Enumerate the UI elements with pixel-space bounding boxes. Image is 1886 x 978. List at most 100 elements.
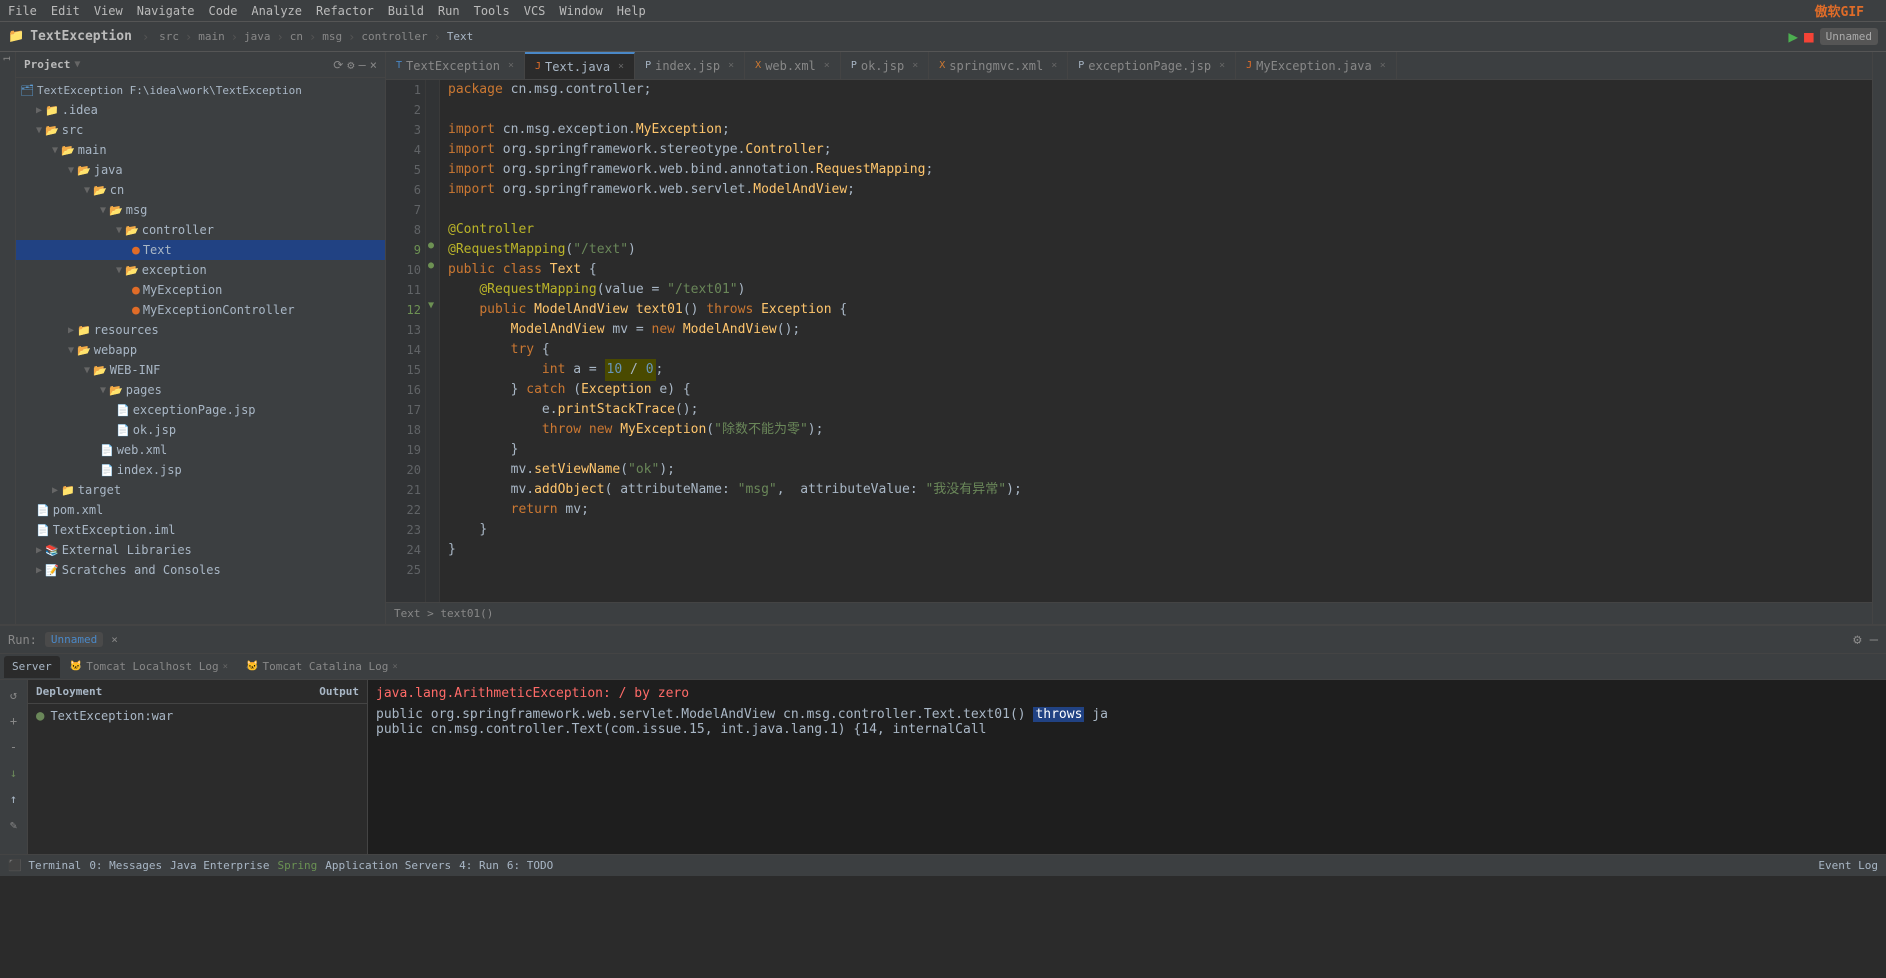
project-strip-icon[interactable]: 1	[3, 56, 13, 61]
folder-icon: 📂	[125, 264, 139, 277]
tree-item-resources[interactable]: ▶ 📁 resources	[16, 320, 385, 340]
code-line-21: mv.addObject( attributeName: "msg", attr…	[448, 480, 1864, 500]
collapse-icon[interactable]: —	[359, 58, 366, 72]
close-sidebar-icon[interactable]: ×	[370, 58, 377, 72]
terminal-btn[interactable]: ⬛ Terminal	[8, 859, 81, 872]
tree-label-main: main	[78, 143, 107, 157]
tab-index-jsp[interactable]: P index.jsp ×	[635, 52, 745, 80]
tab-textexception[interactable]: T TextException ×	[386, 52, 525, 80]
close-tab-webxml[interactable]: ×	[824, 60, 830, 71]
close-tab-textexception[interactable]: ×	[508, 60, 514, 71]
toolbar-stop-btn[interactable]: ■	[1804, 27, 1814, 46]
tree-item-msg[interactable]: ▼ 📂 msg	[16, 200, 385, 220]
remove-icon[interactable]: -	[3, 736, 25, 758]
menu-build[interactable]: Build	[388, 4, 424, 18]
tree-item-extlibs[interactable]: ▶ 📚 External Libraries	[16, 540, 385, 560]
tree-item-text[interactable]: ● Text	[16, 240, 385, 260]
chevron-down-icon: ▼	[84, 365, 90, 376]
menu-file[interactable]: File	[8, 4, 37, 18]
jsp-file-icon: 📄	[100, 464, 114, 477]
tree-item-exceptionpage-jsp[interactable]: 📄 exceptionPage.jsp	[16, 400, 385, 420]
tree-item-exception-folder[interactable]: ▼ 📂 exception	[16, 260, 385, 280]
bottom-tab-localhost-log[interactable]: 🐱 Tomcat Localhost Log ×	[62, 656, 236, 678]
menu-tools[interactable]: Tools	[474, 4, 510, 18]
close-catalina-tab[interactable]: ×	[392, 662, 397, 672]
close-tab-springmvc-xml[interactable]: ×	[1051, 60, 1057, 71]
tree-item-main[interactable]: ▼ 📂 main	[16, 140, 385, 160]
settings-icon[interactable]: ⚙	[347, 58, 354, 72]
tree-label-idea: .idea	[62, 103, 98, 117]
menu-help[interactable]: Help	[617, 4, 646, 18]
todo-btn[interactable]: 6: TODO	[507, 859, 553, 872]
tree-item-indexjsp[interactable]: 📄 index.jsp	[16, 460, 385, 480]
right-scroll-strip[interactable]	[1872, 52, 1886, 624]
restart-icon[interactable]: ↺	[3, 684, 25, 706]
tree-item-pomxml[interactable]: 📄 pom.xml	[16, 500, 385, 520]
close-tab-index-jsp[interactable]: ×	[728, 60, 734, 71]
unnamed-config[interactable]: Unnamed	[1820, 28, 1878, 45]
tab-text-java[interactable]: J Text.java ×	[525, 52, 635, 80]
tree-item-webinf[interactable]: ▼ 📂 WEB-INF	[16, 360, 385, 380]
run-config-name[interactable]: Unnamed	[45, 632, 103, 647]
tab-springmvc-xml[interactable]: X springmvc.xml ×	[929, 52, 1068, 80]
add-icon[interactable]: +	[3, 710, 25, 732]
code-content[interactable]: package cn.msg.controller; import cn.msg…	[440, 80, 1872, 602]
run-settings-icon[interactable]: ⚙	[1853, 632, 1861, 648]
menu-analyze[interactable]: Analyze	[251, 4, 302, 18]
tab-webxml[interactable]: X web.xml ×	[745, 52, 841, 80]
tree-item-myexceptioncontroller[interactable]: ● MyExceptionController	[16, 300, 385, 320]
event-log-btn[interactable]: Event Log	[1818, 859, 1878, 872]
method-gutter-icon: ▼	[426, 300, 439, 320]
code-line-23: }	[448, 520, 1864, 540]
tree-item-idea[interactable]: ▶ 📁 .idea	[16, 100, 385, 120]
menu-window[interactable]: Window	[559, 4, 602, 18]
tree-item-java-folder[interactable]: ▼ 📂 java	[16, 160, 385, 180]
tree-item-iml[interactable]: 📄 TextException.iml	[16, 520, 385, 540]
menu-edit[interactable]: Edit	[51, 4, 80, 18]
tree-item-webapp[interactable]: ▼ 📂 webapp	[16, 340, 385, 360]
bottom-tab-catalina-log[interactable]: 🐱 Tomcat Catalina Log ×	[238, 656, 406, 678]
run-minimize-icon[interactable]: —	[1870, 632, 1878, 648]
java-enterprise-btn[interactable]: Java Enterprise	[170, 859, 269, 872]
tree-item-controller[interactable]: ▼ 📂 controller	[16, 220, 385, 240]
tree-item-webxml[interactable]: 📄 web.xml	[16, 440, 385, 460]
messages-btn[interactable]: 0: Messages	[89, 859, 162, 872]
tree-item-myexception[interactable]: ● MyException	[16, 280, 385, 300]
tree-item-scratches[interactable]: ▶ 📝 Scratches and Consoles	[16, 560, 385, 580]
menu-navigate[interactable]: Navigate	[137, 4, 195, 18]
toolbar-run-btn[interactable]: ▶	[1788, 27, 1798, 46]
tree-item-ok-jsp[interactable]: 📄 ok.jsp	[16, 420, 385, 440]
menu-refactor[interactable]: Refactor	[316, 4, 374, 18]
menu-vcs[interactable]: VCS	[524, 4, 546, 18]
sync-icon[interactable]: ⟳	[333, 58, 343, 72]
deploy-up-icon[interactable]: ↑	[3, 788, 25, 810]
close-tab-exceptionpage-jsp[interactable]: ×	[1219, 60, 1225, 71]
close-localhost-tab[interactable]: ×	[223, 662, 228, 672]
close-run-tab[interactable]: ×	[111, 633, 118, 646]
tree-item-src[interactable]: ▼ 📂 src	[16, 120, 385, 140]
deploy-down-icon[interactable]: ↓	[3, 762, 25, 784]
menu-code[interactable]: Code	[209, 4, 238, 18]
xml-icon: X	[755, 60, 761, 71]
tree-item-cn[interactable]: ▼ 📂 cn	[16, 180, 385, 200]
run-btn-status[interactable]: 4: Run	[459, 859, 499, 872]
app-servers-btn[interactable]: Application Servers	[325, 859, 451, 872]
edit-config-icon[interactable]: ✎	[3, 814, 25, 836]
bottom-left-toolbar: ↺ + - ↓ ↑ ✎	[0, 680, 28, 854]
tab-okjsp[interactable]: P ok.jsp ×	[841, 52, 929, 80]
menu-run[interactable]: Run	[438, 4, 460, 18]
folder-icon: 🗂	[20, 84, 34, 97]
bottom-tab-server[interactable]: Server	[4, 656, 60, 678]
close-tab-okjsp[interactable]: ×	[912, 60, 918, 71]
spring-btn[interactable]: Spring	[278, 859, 318, 872]
close-tab-text-java[interactable]: ×	[618, 61, 624, 72]
tab-exceptionpage-jsp[interactable]: P exceptionPage.jsp ×	[1068, 52, 1236, 80]
console-output[interactable]: java.lang.ArithmeticException: / by zero…	[368, 680, 1886, 854]
deployment-item[interactable]: ● TextException:war	[28, 704, 367, 728]
menu-view[interactable]: View	[94, 4, 123, 18]
tree-item-target[interactable]: ▶ 📁 target	[16, 480, 385, 500]
tree-item-pages[interactable]: ▼ 📂 pages	[16, 380, 385, 400]
tab-myexception-java[interactable]: J MyException.java ×	[1236, 52, 1397, 80]
close-tab-myexception-java[interactable]: ×	[1380, 60, 1386, 71]
tree-item-root[interactable]: 🗂 TextException F:\idea\work\TextExcepti…	[16, 80, 385, 100]
